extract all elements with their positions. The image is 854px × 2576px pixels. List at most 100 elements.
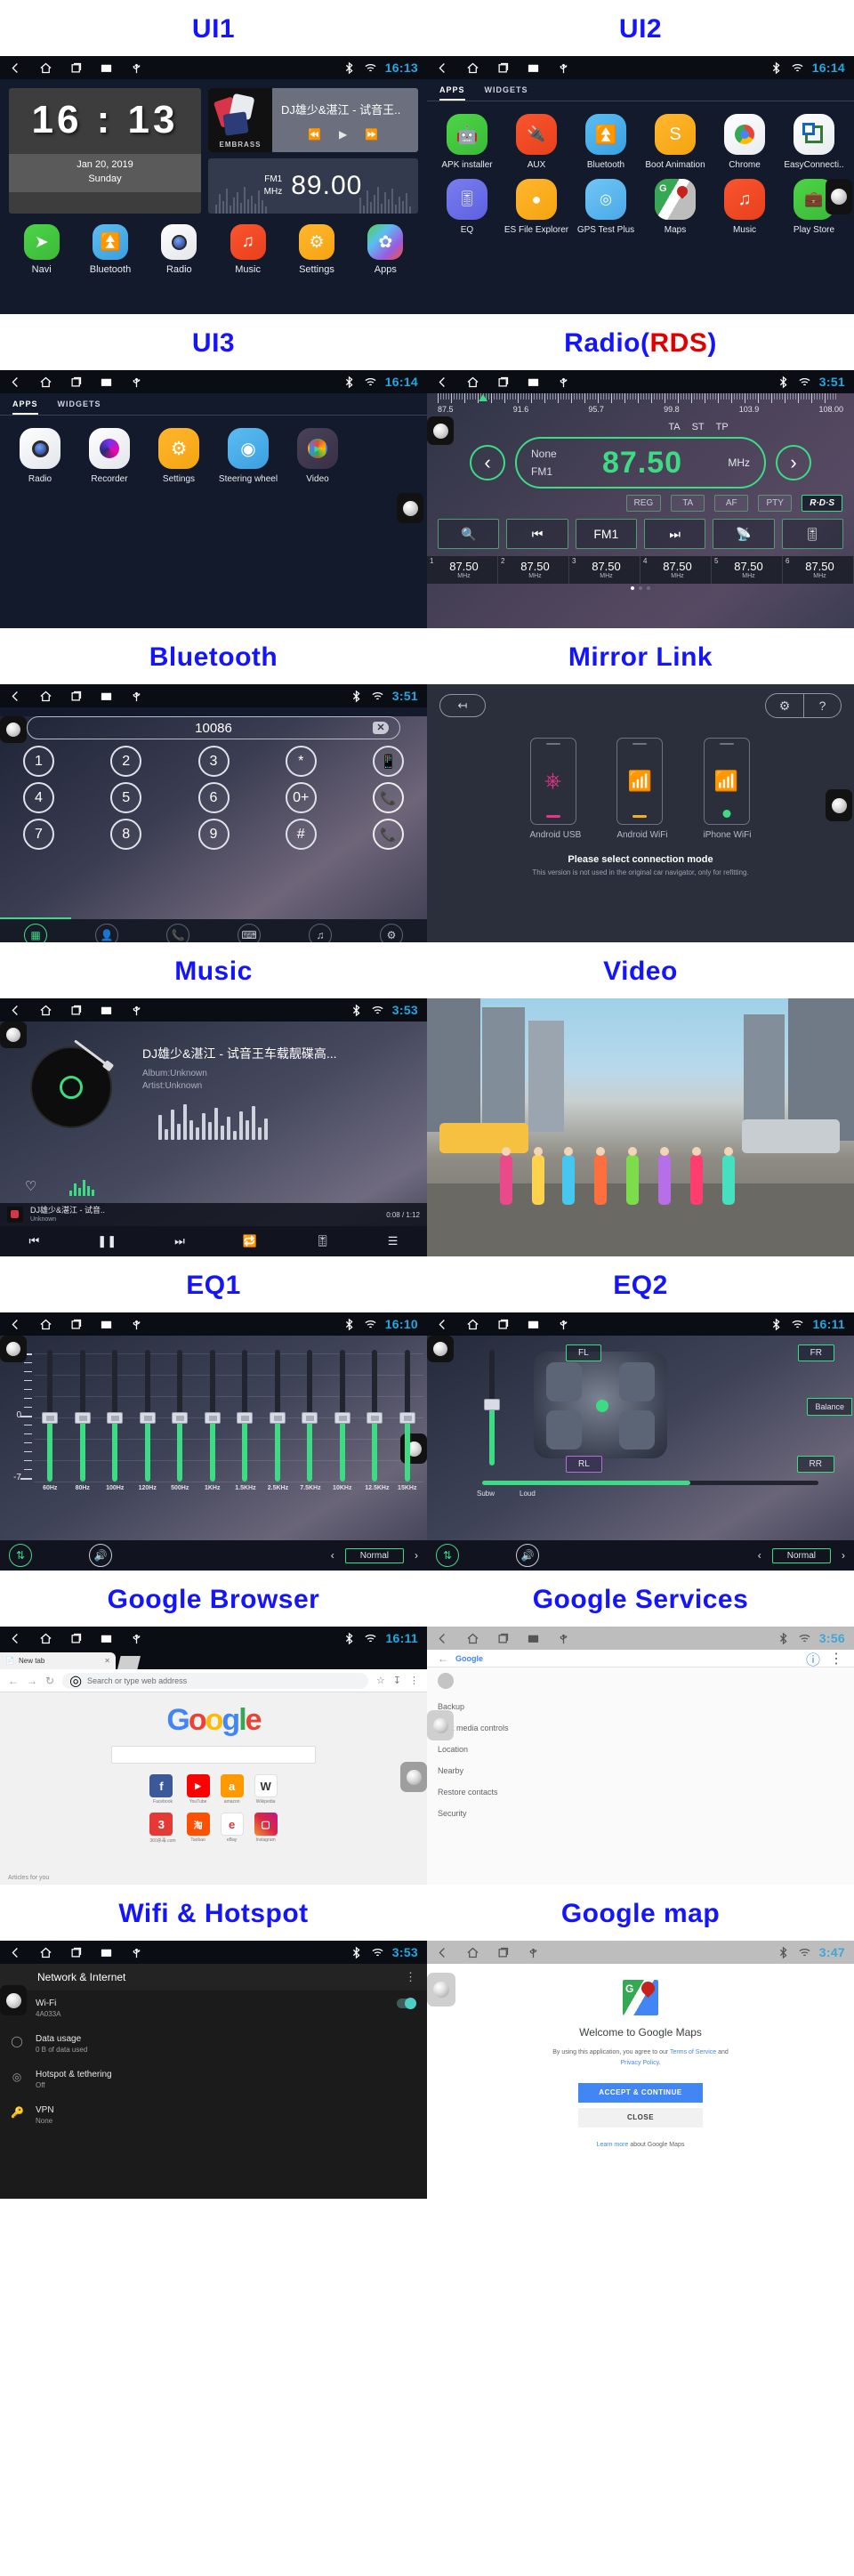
app-recorder[interactable]: Recorder — [75, 428, 144, 484]
app-bluetooth[interactable]: ⏫ Bluetooth — [571, 114, 640, 170]
preset-item[interactable]: 3 87.50 MHz — [569, 556, 640, 584]
preset-item[interactable]: 1 87.50 MHz — [427, 556, 498, 584]
preset-item[interactable]: 4 87.50 MHz — [640, 556, 712, 584]
app-music[interactable]: ♫ Music — [710, 179, 779, 235]
close-button[interactable]: CLOSE — [578, 2107, 703, 2128]
home-icon[interactable] — [39, 1004, 52, 1017]
prev-track-icon[interactable]: ⏮ — [29, 1234, 40, 1248]
app-video[interactable]: ▶ Video — [283, 428, 352, 484]
tab-widgets[interactable]: WIDGETS — [58, 400, 101, 415]
contacts-icon[interactable]: 👤 — [95, 924, 118, 942]
eq-preset-name[interactable]: Normal — [771, 1547, 831, 1563]
equalizer-icon[interactable]: 🎚 — [315, 1234, 330, 1248]
eq-band[interactable]: 7.5KHz — [300, 1343, 321, 1499]
reload-icon[interactable]: ↻ — [45, 1675, 54, 1687]
mode-android-usb[interactable]: ⎈ Android USB — [529, 738, 581, 840]
home-icon[interactable] — [466, 1632, 479, 1645]
key-7[interactable]: 7 — [23, 819, 54, 850]
floating-knob[interactable] — [0, 1985, 27, 2015]
screenshot-icon[interactable] — [100, 1632, 113, 1645]
forward-icon[interactable]: → — [27, 1675, 37, 1687]
mode-android-wifi[interactable]: 📶 Android WiFi — [616, 738, 668, 840]
tile-amazon[interactable]: a — [220, 1774, 244, 1797]
back-icon[interactable]: ← — [8, 1675, 19, 1687]
back-icon[interactable] — [436, 1946, 449, 1959]
recents-icon[interactable] — [69, 375, 83, 389]
chevron-left-icon[interactable]: ‹ — [331, 1549, 334, 1562]
usb-icon[interactable] — [130, 1632, 143, 1645]
app-settings[interactable]: ⚙ Settings — [288, 224, 345, 275]
pause-icon[interactable]: ❚❚ — [97, 1234, 117, 1248]
back-icon[interactable] — [9, 1004, 22, 1017]
browser-tab[interactable]: 📄 New tab ✕ — [0, 1652, 116, 1669]
tile-instagram[interactable]: ▢ — [254, 1813, 278, 1836]
floating-knob[interactable] — [427, 416, 454, 445]
next-track-icon[interactable]: ⏭ — [643, 519, 706, 549]
app-aux[interactable]: 🔌 AUX — [502, 114, 571, 170]
tile-taobao[interactable]: 淘 — [186, 1813, 210, 1836]
recents-icon[interactable] — [496, 375, 510, 389]
list-item[interactable]: Location — [438, 1739, 843, 1760]
key-0[interactable]: 0+ — [285, 782, 317, 813]
floating-knob[interactable] — [400, 1762, 427, 1792]
screenshot-icon[interactable] — [100, 375, 113, 389]
usb-icon[interactable] — [130, 1946, 143, 1959]
chevron-left-icon[interactable]: ‹ — [758, 1549, 761, 1562]
play-icon[interactable]: ▶ — [339, 128, 347, 141]
settings-row-data-usage[interactable]: ◯ Data usage 0 B of data used — [0, 2026, 427, 2062]
chevron-left-icon[interactable]: ‹ — [470, 445, 505, 480]
rds-af-button[interactable]: AF — [714, 495, 749, 512]
corner-fl[interactable]: FL — [566, 1345, 601, 1361]
balance-label[interactable]: Balance — [807, 1398, 852, 1416]
eq-reset-icon[interactable]: ⇅ — [9, 1544, 32, 1567]
list-item[interactable]: Nearby — [438, 1760, 843, 1781]
usb-icon[interactable] — [557, 1632, 570, 1645]
newtab-search-box[interactable] — [111, 1746, 316, 1764]
list-item[interactable]: Backup — [438, 1696, 843, 1717]
app-es-file-explorer[interactable]: ● ES File Explorer — [502, 179, 571, 235]
recents-icon[interactable] — [69, 1004, 83, 1017]
help-icon[interactable]: ? — [803, 694, 841, 717]
floating-knob[interactable] — [0, 1022, 27, 1048]
home-icon[interactable] — [39, 1632, 52, 1645]
overflow-menu-icon[interactable]: ⋮ — [409, 1675, 419, 1686]
eq-band[interactable]: 80Hz — [73, 1343, 93, 1499]
key-1[interactable]: 1 — [23, 746, 54, 777]
info-icon[interactable]: ⓘ — [806, 1648, 820, 1669]
privacy-policy-link[interactable]: Privacy Policy — [621, 2060, 659, 2066]
terms-of-service-link[interactable]: Terms of Service — [670, 2049, 716, 2055]
app-apk-installer[interactable]: 🤖 APK installer — [432, 114, 502, 170]
exit-icon[interactable]: ↤ — [439, 694, 486, 717]
dial-input[interactable]: 10086 ✕ — [27, 716, 400, 739]
wifi-toggle[interactable] — [397, 1998, 416, 2009]
screenshot-icon[interactable] — [100, 1946, 113, 1959]
accept-continue-button[interactable]: ACCEPT & CONTINUE — [578, 2082, 703, 2103]
home-icon[interactable] — [39, 1946, 52, 1959]
backspace-icon[interactable]: ✕ — [373, 722, 389, 734]
back-icon[interactable] — [9, 1318, 22, 1331]
corner-rl[interactable]: RL — [566, 1456, 602, 1473]
app-steering-wheel[interactable]: ◉ Steering wheel — [214, 428, 283, 484]
back-icon[interactable] — [436, 61, 449, 75]
chevron-right-icon[interactable]: › — [776, 445, 811, 480]
usb-icon[interactable] — [130, 1318, 143, 1331]
floating-knob[interactable] — [826, 179, 852, 214]
screenshot-icon[interactable] — [100, 1318, 113, 1331]
tile-wikipedia[interactable]: W — [254, 1774, 278, 1797]
playlist-icon[interactable]: ☰ — [388, 1234, 399, 1248]
recents-icon[interactable] — [496, 1946, 510, 1959]
app-navi[interactable]: ➤ Navi — [13, 224, 70, 275]
floating-knob[interactable] — [0, 1336, 27, 1362]
preset-item[interactable]: 5 87.50 MHz — [712, 556, 783, 584]
rds-ta-button[interactable]: TA — [671, 495, 705, 512]
recents-icon[interactable] — [69, 1946, 83, 1959]
learn-more-link[interactable]: Learn more — [597, 2142, 629, 2148]
home-icon[interactable] — [466, 61, 479, 75]
key-2[interactable]: 2 — [110, 746, 142, 777]
gear-icon[interactable]: ⚙ — [766, 694, 803, 717]
heart-icon[interactable]: ♡ — [25, 1178, 36, 1194]
key-4[interactable]: 4 — [23, 782, 54, 813]
preset-item[interactable]: 6 87.50 MHz — [783, 556, 854, 584]
eq-band[interactable]: 100Hz — [105, 1343, 125, 1499]
next-track-icon[interactable]: ⏩ — [365, 128, 378, 141]
